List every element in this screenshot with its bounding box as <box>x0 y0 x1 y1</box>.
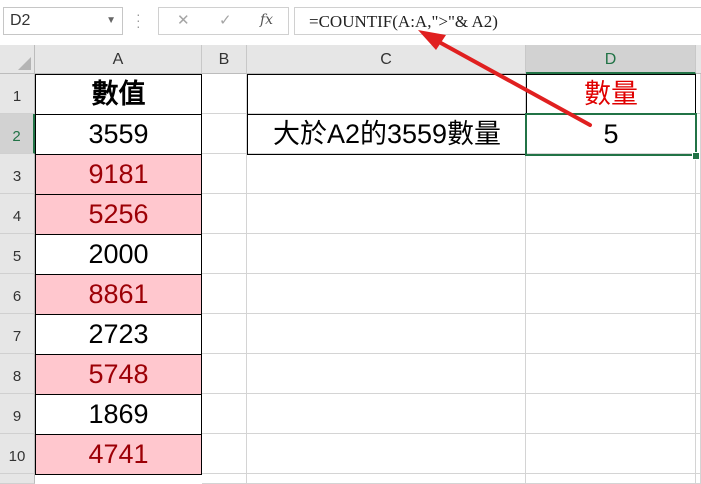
empty-cell[interactable] <box>696 434 701 474</box>
empty-cell[interactable] <box>526 474 696 484</box>
cancel-icon[interactable]: ✕ <box>177 11 190 29</box>
cell-a6[interactable]: 8861 <box>35 274 202 315</box>
empty-cell[interactable] <box>247 474 526 484</box>
cell-a10[interactable]: 4741 <box>35 434 202 475</box>
column-header-d[interactable]: D <box>526 45 696 74</box>
row-header-8[interactable]: 8 <box>0 354 35 394</box>
empty-cell[interactable] <box>247 234 526 274</box>
name-box[interactable]: D2 ▼ <box>3 7 123 35</box>
empty-cell[interactable] <box>696 234 701 274</box>
row-header-5[interactable]: 5 <box>0 234 35 274</box>
row-header-11[interactable] <box>0 474 35 484</box>
empty-cell[interactable] <box>696 194 701 234</box>
empty-cell[interactable] <box>202 114 247 154</box>
formula-bar: D2 ▼ · · · ✕ ✓ fx =COUNTIF(A:A,">"& A2) <box>0 0 701 45</box>
formula-buttons: ✕ ✓ fx <box>158 7 289 35</box>
cell-c1[interactable] <box>247 74 527 115</box>
empty-cell[interactable] <box>696 354 701 394</box>
empty-cell[interactable] <box>202 354 247 394</box>
empty-cell[interactable] <box>696 394 701 434</box>
name-box-value: D2 <box>10 12 31 29</box>
column-header-e[interactable] <box>696 45 701 74</box>
empty-cell[interactable] <box>202 434 247 474</box>
empty-cell[interactable] <box>526 234 696 274</box>
empty-cell[interactable] <box>247 274 526 314</box>
spreadsheet-grid: A B C D 1 2 3 4 5 6 7 8 9 10 數值 3559 918… <box>0 45 701 484</box>
chevron-down-icon[interactable]: ▼ <box>106 8 116 34</box>
empty-cell[interactable] <box>526 434 696 474</box>
cell-a4[interactable]: 5256 <box>35 194 202 235</box>
select-all-button[interactable] <box>0 45 35 74</box>
empty-cell[interactable] <box>696 154 701 194</box>
row-header-2[interactable]: 2 <box>0 114 35 154</box>
row-header-3[interactable]: 3 <box>0 154 35 194</box>
cell-a2[interactable]: 3559 <box>35 114 202 155</box>
column-header-b[interactable]: B <box>202 45 247 74</box>
empty-cell[interactable] <box>202 394 247 434</box>
empty-cell[interactable] <box>247 154 526 194</box>
empty-cell[interactable] <box>247 354 526 394</box>
empty-cell[interactable] <box>202 314 247 354</box>
row-header-7[interactable]: 7 <box>0 314 35 354</box>
empty-cell[interactable] <box>696 74 701 114</box>
row-header-1[interactable]: 1 <box>0 74 35 114</box>
fill-handle[interactable] <box>692 152 700 160</box>
select-all-icon <box>18 57 31 70</box>
empty-cell[interactable] <box>526 354 696 394</box>
cell-a5[interactable]: 2000 <box>35 234 202 275</box>
insert-function-icon[interactable]: fx <box>260 12 273 28</box>
empty-cell[interactable] <box>526 154 696 194</box>
empty-cell[interactable] <box>202 194 247 234</box>
empty-cell[interactable] <box>247 394 526 434</box>
column-header-a[interactable]: A <box>35 45 202 74</box>
cell-a7[interactable]: 2723 <box>35 314 202 355</box>
empty-cell[interactable] <box>247 194 526 234</box>
drag-handle-icon[interactable]: · · · <box>136 7 141 33</box>
empty-cell[interactable] <box>202 274 247 314</box>
cell-a9[interactable]: 1869 <box>35 394 202 435</box>
empty-cell[interactable] <box>202 474 247 484</box>
cell-c2[interactable]: 大於A2的3559數量 <box>247 114 527 155</box>
cell-a1[interactable]: 數值 <box>35 74 202 115</box>
empty-cell[interactable] <box>526 274 696 314</box>
cell-a8[interactable]: 5748 <box>35 354 202 395</box>
column-header-c[interactable]: C <box>247 45 526 74</box>
formula-input[interactable]: =COUNTIF(A:A,">"& A2) <box>294 7 701 35</box>
empty-cell[interactable] <box>247 314 526 354</box>
cell-d2[interactable]: 5 <box>525 113 697 156</box>
enter-icon[interactable]: ✓ <box>219 11 232 29</box>
empty-cell[interactable] <box>202 74 247 114</box>
empty-cell[interactable] <box>696 274 701 314</box>
empty-cell[interactable] <box>696 474 701 484</box>
empty-cell[interactable] <box>247 434 526 474</box>
cell-d1[interactable]: 數量 <box>526 74 696 115</box>
empty-cell[interactable] <box>696 314 701 354</box>
row-header-9[interactable]: 9 <box>0 394 35 434</box>
empty-cell[interactable] <box>526 394 696 434</box>
empty-cell[interactable] <box>202 234 247 274</box>
empty-cell[interactable] <box>526 194 696 234</box>
cell-a3[interactable]: 9181 <box>35 154 202 195</box>
empty-cell[interactable] <box>526 314 696 354</box>
row-header-4[interactable]: 4 <box>0 194 35 234</box>
row-header-6[interactable]: 6 <box>0 274 35 314</box>
row-header-10[interactable]: 10 <box>0 434 35 474</box>
empty-cell[interactable] <box>202 154 247 194</box>
